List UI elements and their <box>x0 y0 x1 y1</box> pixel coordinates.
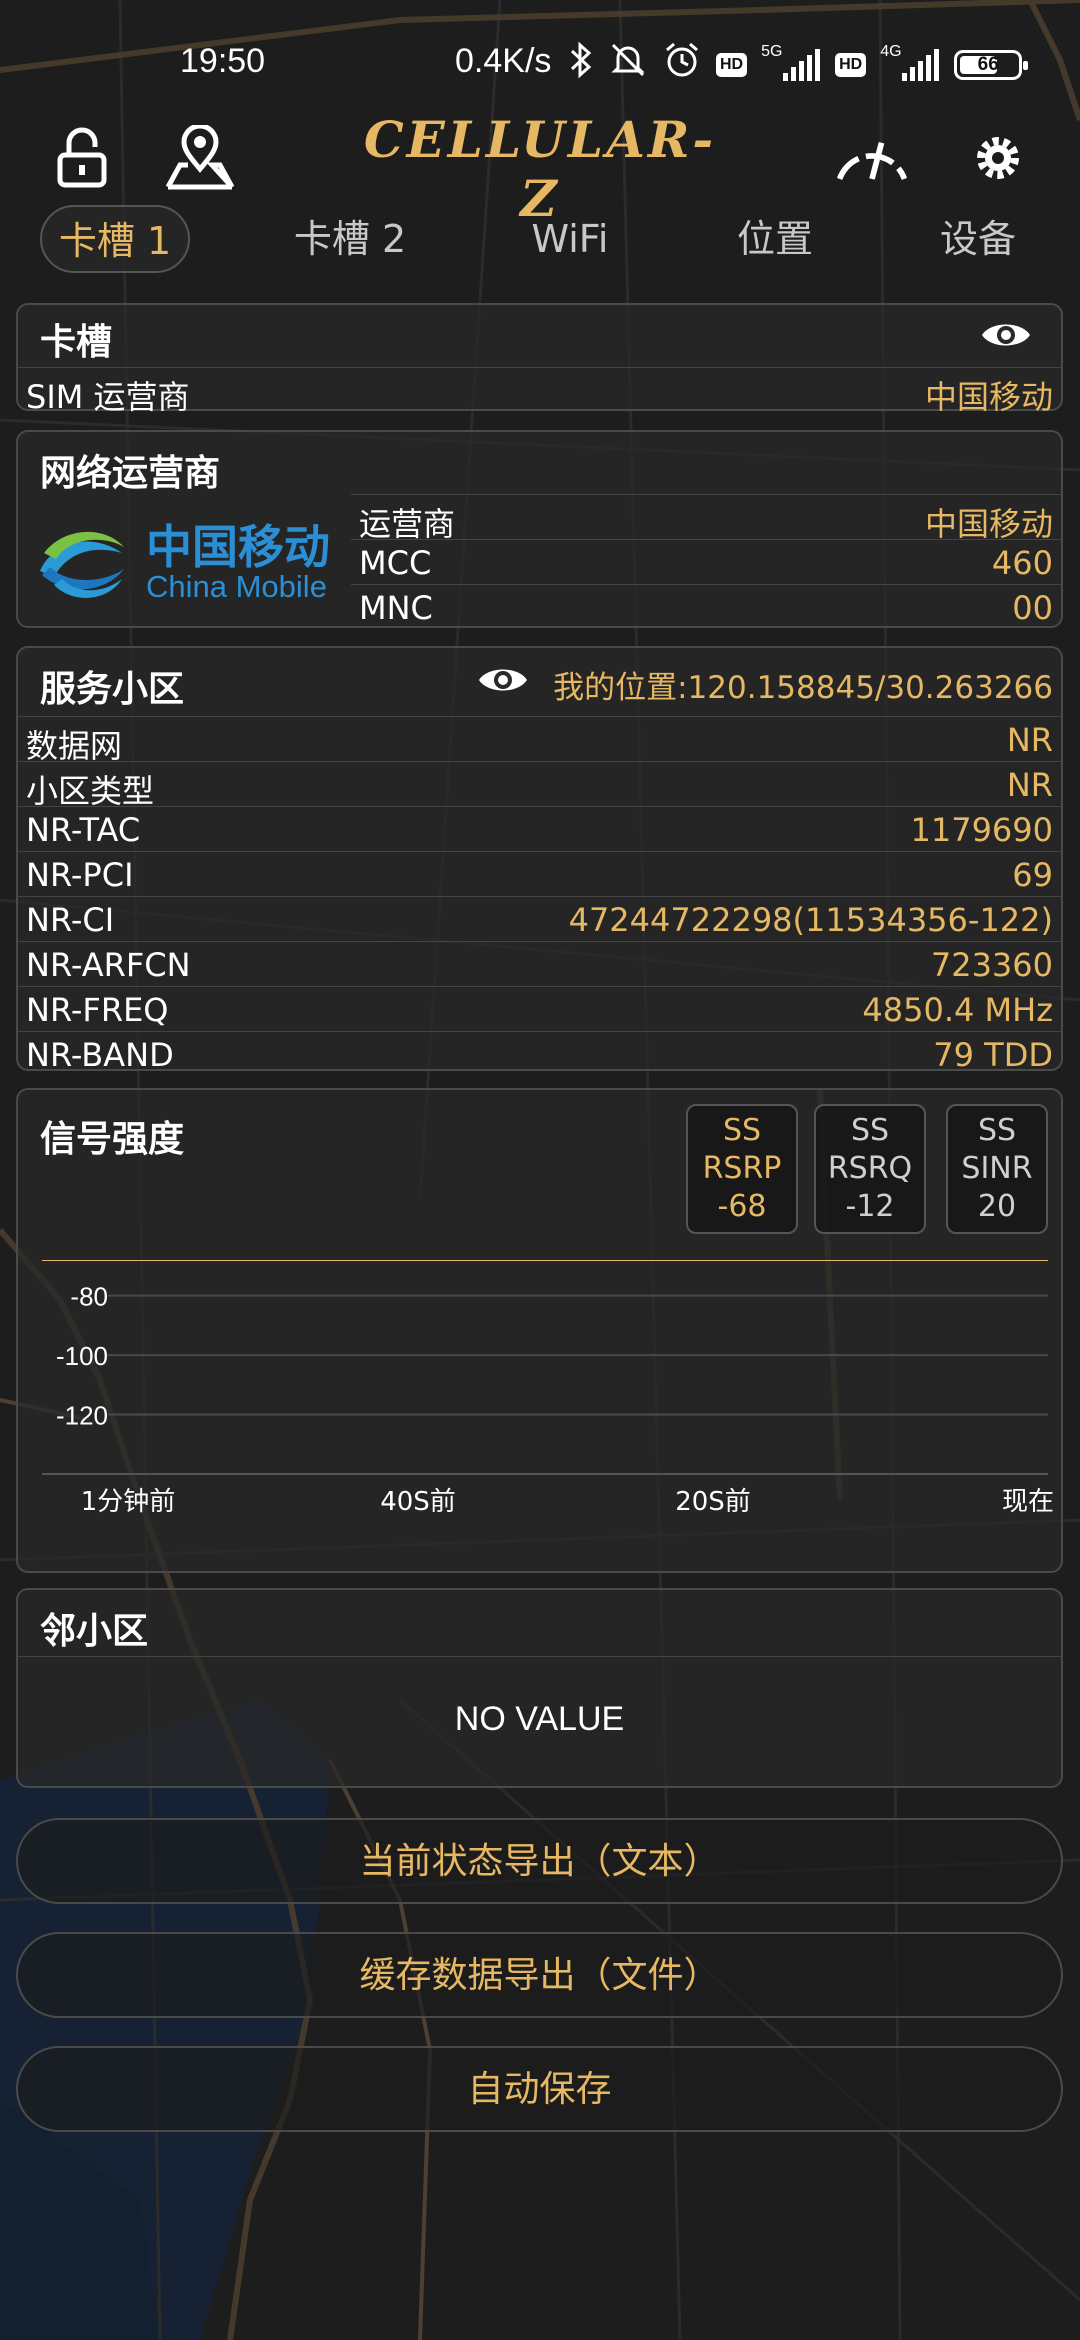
eye-icon[interactable] <box>979 317 1033 357</box>
row-key: NR-CI <box>26 901 115 939</box>
tab-slot-1[interactable]: 卡槽 1 <box>40 205 190 273</box>
speedometer-icon[interactable] <box>832 118 912 198</box>
no-value-text: NO VALUE <box>454 1700 625 1738</box>
export-file-button[interactable]: 缓存数据导出（文件） <box>16 1932 1063 2018</box>
operator-card: 网络运营商 中国移动 China Mobile 运营商 中国移动 MCC 460… <box>16 430 1063 628</box>
row-key: MNC <box>359 589 433 627</box>
ss-rsrp-badge[interactable]: SS RSRP -68 <box>686 1104 798 1234</box>
status-bar: 19:50 0.4K/s HD 5G HD 4G 66 <box>0 0 1080 110</box>
tab-wifi[interactable]: WiFi <box>500 205 640 273</box>
badge-line1: SS <box>722 1113 762 1148</box>
row-key: NR-PCI <box>26 856 134 894</box>
operator-card-title: 网络运营商 <box>40 453 221 494</box>
cell-type-row: 小区类型 NR <box>18 761 1061 810</box>
signal-4g-icon: 4G <box>880 43 940 85</box>
neighbor-divider <box>18 1656 1061 1657</box>
row-value: 79 TDD <box>933 1036 1053 1074</box>
hd-badge-2: HD <box>835 52 867 77</box>
nr-tac-row: NR-TAC 1179690 <box>18 806 1061 851</box>
y-tick-label: -120 <box>56 1401 108 1431</box>
china-mobile-cn: 中国移动 <box>146 520 330 574</box>
y-tick-label: -80 <box>70 1282 108 1312</box>
row-value: 00 <box>1012 589 1053 627</box>
nr-freq-row: NR-FREQ 4850.4 MHz <box>18 986 1061 1031</box>
lock-icon[interactable] <box>42 118 122 198</box>
hd-badge: HD <box>716 52 748 77</box>
badge-value: 20 <box>977 1189 1017 1224</box>
row-key: MCC <box>359 544 432 582</box>
signal-5g-icon: 5G <box>761 43 821 85</box>
bluetooth-icon <box>568 40 594 89</box>
signal-card-title: 信号强度 <box>40 1119 185 1160</box>
badge-value: -12 <box>845 1189 895 1224</box>
row-value: 460 <box>991 544 1053 582</box>
y-tick-label: -100 <box>56 1341 108 1371</box>
x-tick-label: 现在 <box>1002 1487 1054 1517</box>
ss-sinr-badge[interactable]: SS SINR 20 <box>946 1104 1048 1234</box>
row-value: 1179690 <box>910 811 1053 849</box>
row-value: NR <box>1006 766 1053 804</box>
row-value: 723360 <box>930 946 1053 984</box>
x-tick-label: 40S前 <box>380 1487 456 1517</box>
alarm-icon <box>662 40 702 89</box>
badge-line2: SINR <box>961 1151 1033 1186</box>
row-key: NR-BAND <box>26 1036 174 1074</box>
signal-strength-card: 信号强度 SS RSRP -68 SS RSRQ -12 SS SINR 20 … <box>16 1088 1063 1573</box>
slot-card-title: 卡槽 <box>40 322 113 363</box>
china-mobile-logo: 中国移动 China Mobile <box>34 507 354 617</box>
row-key: SIM 运营商 <box>26 378 190 416</box>
data-network-row: 数据网 NR <box>18 716 1061 765</box>
row-value: NR <box>1006 721 1053 759</box>
slot-card: 卡槽 SIM 运营商 中国移动 <box>16 303 1063 416</box>
tab-location[interactable]: 位置 <box>715 205 835 273</box>
china-mobile-icon <box>40 531 124 598</box>
neighbor-cell-card: 邻小区 NO VALUE <box>16 1588 1063 1788</box>
slot-row: SIM 运营商 中国移动 <box>18 367 1061 416</box>
ss-rsrq-badge[interactable]: SS RSRQ -12 <box>814 1104 926 1234</box>
settings-gear-icon[interactable] <box>958 118 1038 198</box>
x-tick-label: 20S前 <box>675 1487 751 1517</box>
mute-bell-icon <box>608 40 648 89</box>
eye-icon[interactable] <box>476 662 530 702</box>
nr-arfcn-row: NR-ARFCN 723360 <box>18 941 1061 986</box>
my-location-text: 我的位置:120.158845/30.263266 <box>553 670 1053 706</box>
signal-chart: -80 -100 -120 1分钟前 40S前 20S前 现在 <box>42 1260 1054 1517</box>
neighbor-card-title: 邻小区 <box>40 1611 149 1652</box>
badge-line2: RSRQ <box>827 1151 913 1186</box>
mcc-row: MCC 460 <box>351 539 1061 584</box>
autosave-button[interactable]: 自动保存 <box>16 2046 1063 2132</box>
row-key: NR-TAC <box>26 811 141 849</box>
badge-line1: SS <box>850 1113 890 1148</box>
badge-line1: SS <box>977 1113 1017 1148</box>
operator-row: 运营商 中国移动 <box>351 494 1061 543</box>
battery-percent: 66 <box>977 53 999 75</box>
badge-line2: RSRP <box>702 1151 782 1186</box>
network-speed: 0.4K/s <box>455 42 552 80</box>
map-pin-icon[interactable] <box>160 118 240 198</box>
battery-icon: 66 <box>954 49 1029 80</box>
nr-band-row: NR-BAND 79 TDD <box>18 1031 1061 1076</box>
x-tick-label: 1分钟前 <box>81 1487 176 1517</box>
row-key: NR-ARFCN <box>26 946 191 984</box>
export-text-button[interactable]: 当前状态导出（文本） <box>16 1818 1063 1904</box>
row-value: 47244722298(11534356-122) <box>568 901 1053 939</box>
row-value: 69 <box>1012 856 1053 894</box>
tab-bar: 卡槽 1 卡槽 2 WiFi 位置 设备 <box>0 205 1080 275</box>
mnc-row: MNC 00 <box>351 584 1061 629</box>
tab-device[interactable]: 设备 <box>918 205 1038 273</box>
status-icons: HD 5G HD 4G 66 <box>568 40 1029 89</box>
row-key: NR-FREQ <box>26 991 169 1029</box>
tab-slot-2[interactable]: 卡槽 2 <box>270 205 430 273</box>
status-time: 19:50 <box>180 42 266 80</box>
china-mobile-en: China Mobile <box>146 569 327 604</box>
serving-card-title: 服务小区 <box>40 669 185 710</box>
serving-cell-card: 服务小区 我的位置:120.158845/30.263266 数据网 NR 小区… <box>16 646 1063 1074</box>
row-value: 中国移动 <box>924 378 1053 416</box>
badge-value: -68 <box>717 1189 767 1224</box>
nr-pci-row: NR-PCI 69 <box>18 851 1061 896</box>
nr-ci-row: NR-CI 47244722298(11534356-122) <box>18 896 1061 941</box>
row-value: 4850.4 MHz <box>862 991 1053 1029</box>
